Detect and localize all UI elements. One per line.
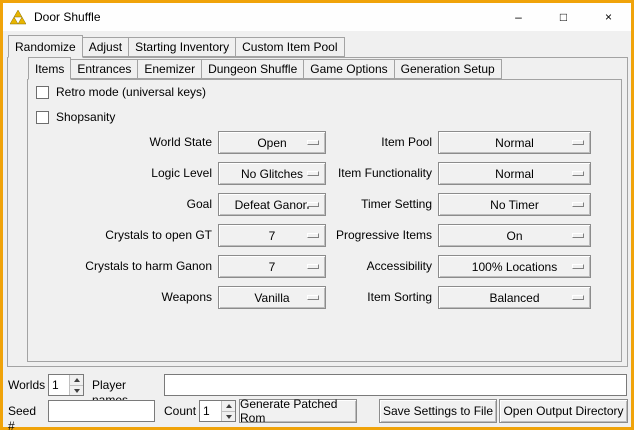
item-sorting-label: Item Sorting: [252, 290, 432, 305]
checkbox-box[interactable]: [36, 86, 49, 99]
button-label: Generate Patched Rom: [240, 397, 356, 425]
goal-label: Goal: [30, 197, 212, 212]
maximize-button[interactable]: □: [541, 3, 586, 31]
item-functionality-dropdown[interactable]: Normal: [438, 162, 591, 185]
tab-label: Entrances: [77, 62, 131, 76]
dropdown-indicator-icon: [572, 264, 584, 269]
close-button[interactable]: ×: [586, 3, 631, 31]
checkbox-label: Retro mode (universal keys): [56, 85, 206, 99]
seed-input[interactable]: [48, 400, 155, 422]
item-sorting-dropdown[interactable]: Balanced: [438, 286, 591, 309]
player-names-label: Player names: [92, 378, 162, 393]
item-functionality-value: Normal: [495, 167, 534, 181]
tab-game-options[interactable]: Game Options: [303, 59, 394, 79]
timer-setting-label: Timer Setting: [252, 197, 432, 212]
retro-mode-checkbox[interactable]: Retro mode (universal keys): [36, 85, 206, 99]
count-input[interactable]: [200, 401, 221, 421]
count-label: Count: [164, 404, 198, 419]
accessibility-label: Accessibility: [252, 259, 432, 274]
worlds-decrement-button[interactable]: [70, 385, 83, 395]
item-pool-dropdown[interactable]: Normal: [438, 131, 591, 154]
button-label: Save Settings to File: [383, 404, 493, 418]
worlds-input[interactable]: [49, 375, 69, 395]
tab-label: Enemizer: [144, 62, 195, 76]
tab-starting-inventory[interactable]: Starting Inventory: [128, 37, 236, 57]
open-output-directory-button[interactable]: Open Output Directory: [499, 399, 628, 423]
count-decrement-button[interactable]: [222, 411, 235, 421]
world-state-label: World State: [30, 135, 212, 150]
down-arrow-icon: [226, 415, 232, 419]
tab-label: Items: [35, 62, 64, 76]
item-pool-label: Item Pool: [252, 135, 432, 150]
tab-adjust[interactable]: Adjust: [82, 37, 129, 57]
app-icon: [10, 9, 26, 25]
dropdown-indicator-icon: [572, 171, 584, 176]
tab-label: Generation Setup: [401, 62, 495, 76]
window-controls: – □ ×: [496, 3, 631, 31]
checkbox-box[interactable]: [36, 111, 49, 124]
tab-label: Starting Inventory: [135, 40, 229, 54]
tab-dungeon-shuffle[interactable]: Dungeon Shuffle: [201, 59, 304, 79]
item-sorting-value: Balanced: [489, 291, 539, 305]
tab-label: Custom Item Pool: [242, 40, 337, 54]
dropdown-indicator-icon: [572, 140, 584, 145]
close-icon: ×: [605, 10, 612, 24]
spinner-buttons: [69, 375, 83, 395]
timer-setting-value: No Timer: [490, 198, 539, 212]
items-panel: [27, 79, 622, 362]
crystals-open-gt-label: Crystals to open GT: [30, 228, 212, 243]
secondary-tabs: Items Entrances Enemizer Dungeon Shuffle…: [28, 57, 501, 80]
count-spinbox[interactable]: [199, 400, 236, 422]
progressive-items-value: On: [506, 229, 522, 243]
count-increment-button[interactable]: [222, 401, 235, 411]
tab-label: Adjust: [89, 40, 122, 54]
tab-entrances[interactable]: Entrances: [70, 59, 138, 79]
weapons-label: Weapons: [30, 290, 212, 305]
titlebar[interactable]: Door Shuffle – □ ×: [3, 3, 631, 31]
minimize-button[interactable]: –: [496, 3, 541, 31]
tab-items[interactable]: Items: [28, 57, 71, 80]
tab-randomize[interactable]: Randomize: [8, 35, 83, 58]
tab-generation-setup[interactable]: Generation Setup: [394, 59, 502, 79]
primary-tabs: Randomize Adjust Starting Inventory Cust…: [8, 35, 344, 58]
shopsanity-checkbox[interactable]: Shopsanity: [36, 110, 115, 124]
logic-level-label: Logic Level: [30, 166, 212, 181]
generate-patched-rom-button[interactable]: Generate Patched Rom: [239, 399, 357, 423]
player-names-input[interactable]: [164, 374, 627, 396]
spinner-buttons: [221, 401, 235, 421]
door-shuffle-window: Door Shuffle – □ × Randomize Adjust Star…: [0, 0, 634, 430]
accessibility-dropdown[interactable]: 100% Locations: [438, 255, 591, 278]
down-arrow-icon: [74, 389, 80, 393]
progressive-items-dropdown[interactable]: On: [438, 224, 591, 247]
progressive-items-label: Progressive Items: [252, 228, 432, 243]
tab-label: Randomize: [15, 40, 76, 54]
button-label: Open Output Directory: [503, 404, 623, 418]
tab-label: Game Options: [310, 62, 387, 76]
dropdown-indicator-icon: [572, 233, 584, 238]
window-title: Door Shuffle: [34, 10, 101, 24]
worlds-increment-button[interactable]: [70, 375, 83, 385]
tab-enemizer[interactable]: Enemizer: [137, 59, 202, 79]
item-pool-value: Normal: [495, 136, 534, 150]
accessibility-value: 100% Locations: [472, 260, 557, 274]
up-arrow-icon: [226, 404, 232, 408]
seed-label: Seed #: [8, 404, 46, 419]
checkbox-label: Shopsanity: [56, 110, 115, 124]
up-arrow-icon: [74, 378, 80, 382]
maximize-icon: □: [560, 10, 567, 24]
timer-setting-dropdown[interactable]: No Timer: [438, 193, 591, 216]
dropdown-indicator-icon: [572, 295, 584, 300]
item-functionality-label: Item Functionality: [252, 166, 432, 181]
dropdown-indicator-icon: [572, 202, 584, 207]
save-settings-button[interactable]: Save Settings to File: [379, 399, 497, 423]
crystals-harm-ganon-label: Crystals to harm Ganon: [30, 259, 212, 274]
tab-label: Dungeon Shuffle: [208, 62, 297, 76]
tab-custom-item-pool[interactable]: Custom Item Pool: [235, 37, 344, 57]
worlds-label: Worlds: [8, 378, 46, 393]
worlds-spinbox[interactable]: [48, 374, 84, 396]
minimize-icon: –: [515, 10, 522, 24]
